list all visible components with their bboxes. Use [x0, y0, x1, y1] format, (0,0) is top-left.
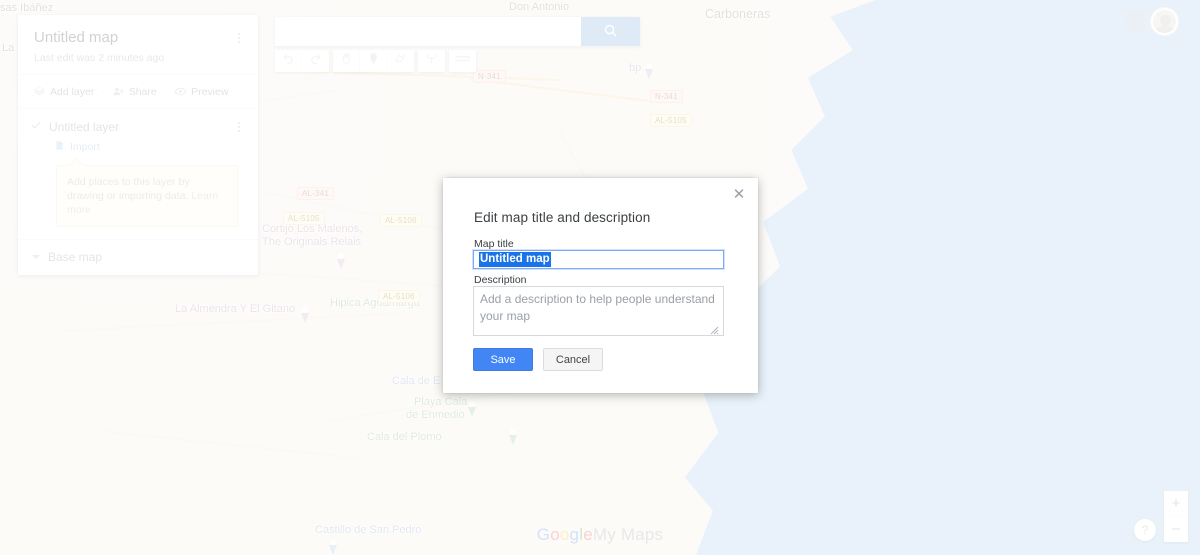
my-maps-app: sas IbáñezLaDon AntonioCarbonerasbpCorti… — [0, 0, 1200, 555]
dialog-title: Edit map title and description — [474, 210, 651, 225]
description-input[interactable] — [473, 286, 724, 336]
description-label: Description — [474, 274, 527, 286]
map-title-input[interactable] — [472, 249, 725, 270]
save-button[interactable]: Save — [473, 348, 533, 371]
close-icon[interactable]: ✕ — [730, 185, 748, 203]
edit-map-title-dialog: ✕ Edit map title and description Map tit… — [443, 178, 758, 393]
cancel-button[interactable]: Cancel — [543, 348, 603, 371]
map-title-label: Map title — [474, 238, 514, 250]
